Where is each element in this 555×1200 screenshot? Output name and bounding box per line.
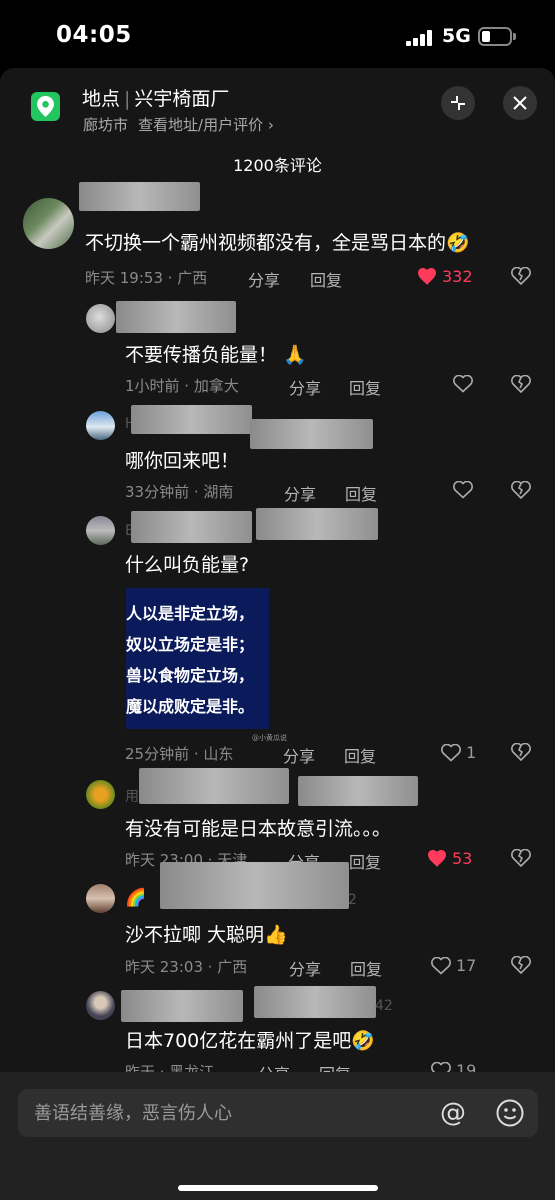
redacted-username — [121, 990, 243, 1022]
network-type: 5G — [442, 25, 471, 47]
signal-icon — [406, 30, 436, 46]
comment-input[interactable] — [34, 1089, 424, 1137]
redacted-username — [254, 986, 376, 1018]
reply-button[interactable]: 回复 — [349, 849, 381, 873]
comment-text: 有没有可能是日本故意引流。。。 — [125, 818, 392, 840]
status-bar: 04:05 5G — [0, 0, 555, 70]
like-count: 1 — [466, 743, 477, 762]
username-suffix: 42 — [375, 998, 393, 1014]
reply-button[interactable]: 回复 — [349, 375, 381, 399]
comment-text: 不切换一个霸州视频都没有，全是骂日本的🤣 — [85, 232, 470, 254]
home-indicator — [178, 1185, 378, 1191]
image-line: 兽以食物定立场， — [126, 666, 255, 685]
dislike-icon[interactable] — [511, 481, 531, 499]
comment-text: 沙不拉唧 大聪明👍 — [125, 924, 288, 946]
image-line: 奴以立场定是非； — [126, 635, 255, 654]
comment-text: 日本700亿花在霸州了是吧🤣 — [125, 1030, 375, 1052]
heart-filled-icon — [428, 849, 446, 867]
redacted-username — [131, 511, 252, 543]
redacted-username — [116, 301, 236, 333]
image-watermark: @小黄瓜说 — [252, 734, 287, 742]
like-count: 17 — [456, 956, 477, 975]
share-button[interactable]: 分享 — [284, 481, 316, 505]
username-prefix: 🌈 — [125, 888, 147, 908]
comment-text: 不要传播负能量！ 🙏 — [125, 344, 307, 366]
comment-image[interactable]: 人以是非定立场， 奴以立场定是非； 兽以食物定立场， 魔以成败定是非。 — [126, 588, 269, 729]
like-button[interactable] — [453, 481, 473, 499]
redacted-username — [256, 508, 378, 540]
avatar[interactable] — [86, 780, 115, 809]
like-button[interactable] — [453, 375, 473, 393]
avatar[interactable] — [86, 991, 115, 1020]
emoji-icon[interactable] — [496, 1099, 524, 1127]
redacted-username — [79, 182, 200, 211]
redacted-username — [131, 405, 252, 434]
at-mention-icon[interactable]: @ — [438, 1098, 468, 1128]
comment-text: 哪你回来吧！ — [125, 450, 240, 472]
comment-meta: 昨天 23:03 · 广西 — [125, 958, 248, 976]
comment-input-bar: @ — [0, 1072, 555, 1200]
like-count: 53 — [452, 849, 473, 868]
dislike-icon[interactable] — [511, 743, 531, 761]
dislike-icon[interactable] — [511, 956, 531, 974]
comment-text: 什么叫负能量? — [125, 554, 250, 576]
like-button[interactable]: 17 — [431, 956, 476, 975]
dislike-icon[interactable] — [511, 267, 531, 285]
comment-input-box[interactable]: @ — [18, 1089, 538, 1137]
heart-outline-icon — [453, 375, 473, 393]
share-button[interactable]: 分享 — [289, 956, 321, 980]
status-time: 04:05 — [56, 22, 132, 48]
share-button[interactable]: 分享 — [248, 267, 280, 291]
comment-meta: 33分钟前 · 湖南 — [125, 483, 234, 501]
avatar[interactable] — [23, 198, 74, 249]
username-suffix: 2 — [348, 892, 357, 908]
like-button[interactable]: 332 — [417, 267, 473, 286]
heart-outline-icon — [441, 743, 461, 762]
reply-button[interactable]: 回复 — [350, 956, 382, 980]
image-line: 人以是非定立场， — [126, 604, 255, 623]
like-button[interactable]: 53 — [427, 849, 472, 868]
avatar[interactable] — [86, 411, 115, 440]
username-prefix: 用 — [125, 789, 139, 805]
like-count: 332 — [442, 267, 473, 286]
heart-outline-icon — [431, 956, 451, 975]
image-line: 魔以成败定是非。 — [126, 697, 255, 716]
redacted-username — [160, 862, 349, 909]
reply-button[interactable]: 回复 — [310, 267, 342, 291]
comment-meta: 25分钟前 · 山东 — [125, 745, 234, 763]
battery-icon — [478, 27, 512, 46]
reply-button[interactable]: 回复 — [344, 743, 376, 767]
heart-filled-icon — [418, 267, 436, 285]
reply-button[interactable]: 回复 — [345, 481, 377, 505]
avatar[interactable] — [86, 516, 115, 545]
comment-meta: 昨天 19:53 · 广西 — [85, 269, 208, 287]
redacted-username — [298, 776, 418, 806]
redacted-username — [139, 768, 289, 804]
share-button[interactable]: 分享 — [283, 743, 315, 767]
comment-list[interactable]: 不切换一个霸州视频都没有，全是骂日本的🤣 昨天 19:53 · 广西 分享 回复… — [0, 68, 555, 1078]
avatar[interactable] — [86, 884, 115, 913]
like-button[interactable]: 1 — [441, 743, 476, 762]
redacted-username — [250, 419, 373, 449]
comment-sheet: 地点 | 兴宇椅面厂 廊坊市 查看地址/用户评价 › 1200条评论 不切换一个霸州视… — [0, 68, 555, 1200]
comment-meta: 1小时前 · 加拿大 — [125, 377, 239, 395]
dislike-icon[interactable] — [511, 375, 531, 393]
avatar[interactable] — [86, 304, 115, 333]
dislike-icon[interactable] — [511, 849, 531, 867]
heart-outline-icon — [453, 481, 473, 499]
share-button[interactable]: 分享 — [289, 375, 321, 399]
